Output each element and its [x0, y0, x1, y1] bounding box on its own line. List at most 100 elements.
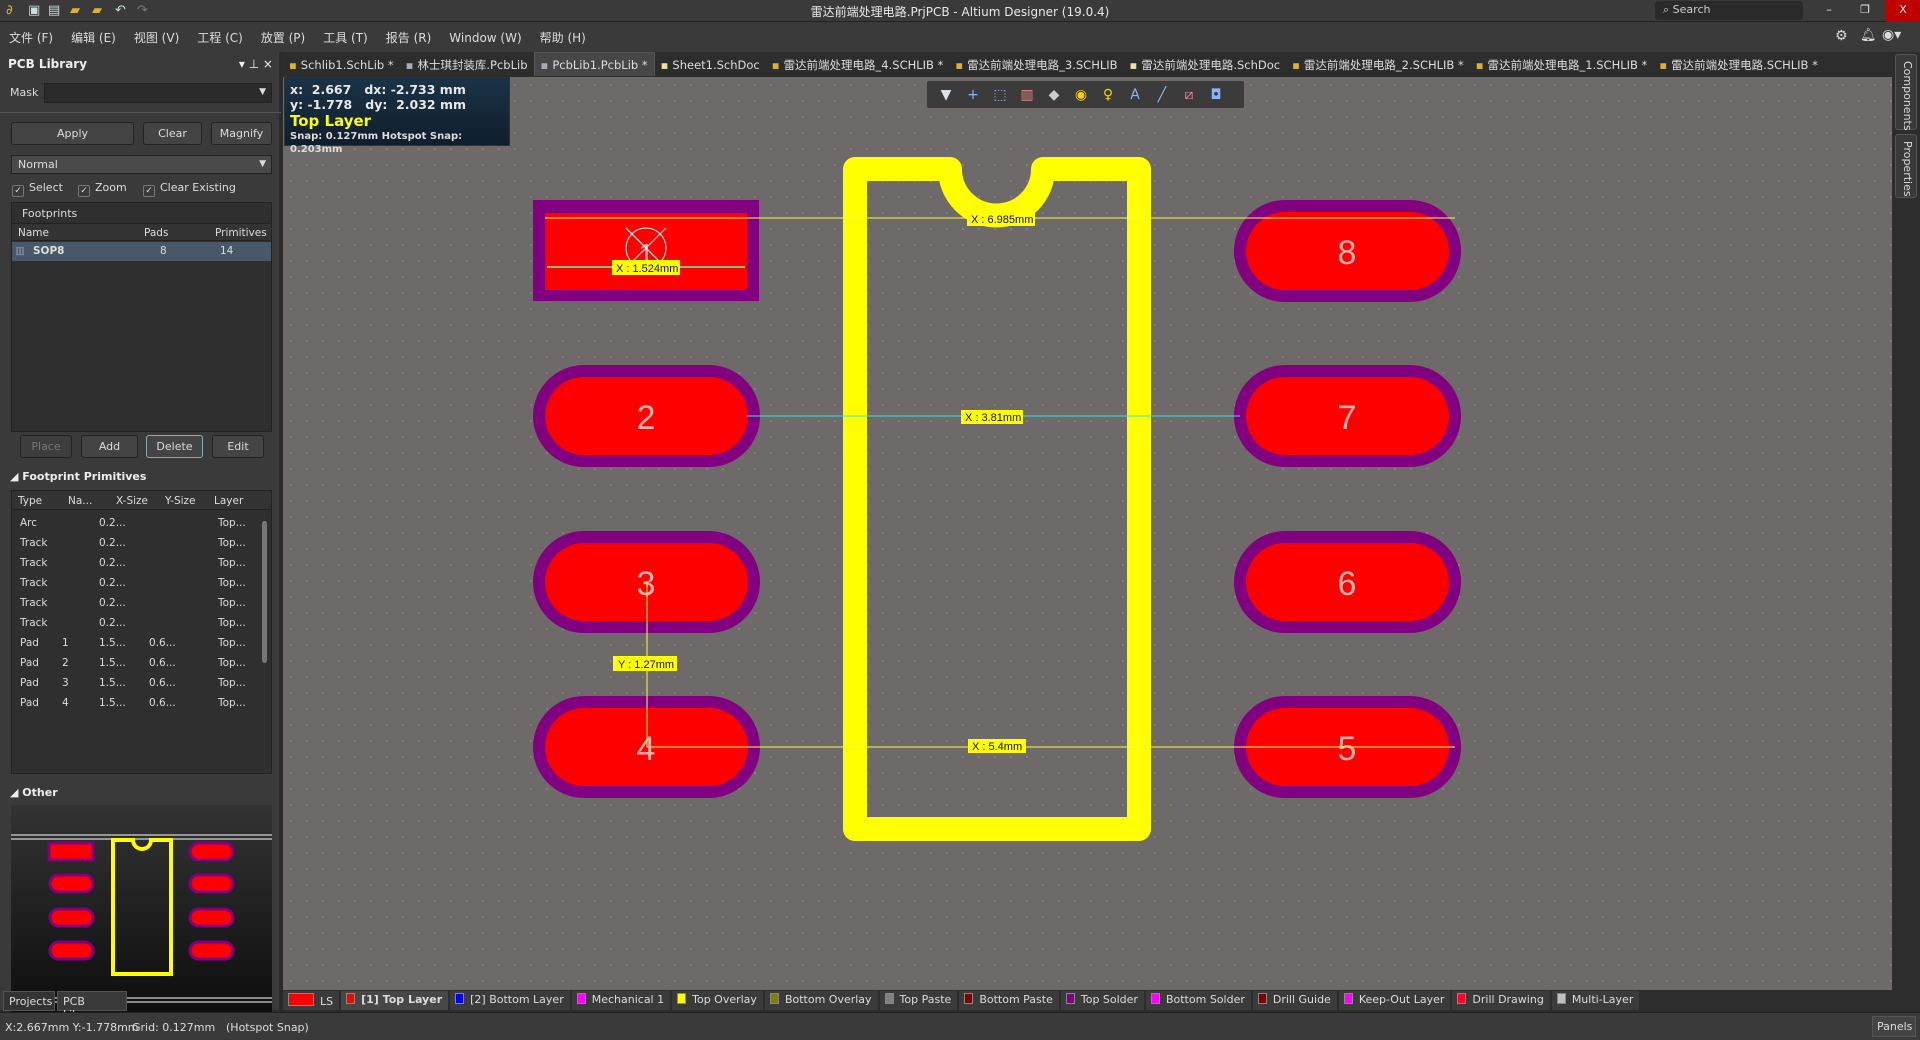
filter-icon[interactable]: ▼ — [937, 87, 955, 103]
close-button[interactable]: X — [1886, 0, 1920, 22]
tab-projects[interactable]: Projects — [3, 991, 55, 1011]
tab-components[interactable]: Components — [1895, 54, 1917, 131]
col-y-size[interactable]: Y-Size — [165, 495, 196, 507]
doc-tab[interactable]: ▪ 雷达前端处理电路.SchDoc — [1124, 52, 1287, 76]
col-primitives[interactable]: Primitives — [215, 227, 267, 239]
menu-view[interactable]: 视图 (V) — [125, 22, 188, 46]
panel-controls-icon[interactable]: ▾ ⊥ × — [239, 57, 273, 71]
minimize-button[interactable]: – — [1812, 0, 1846, 22]
menu-project[interactable]: 工程 (C) — [188, 22, 252, 46]
primitive-row[interactable]: Pad 4 1.5... 0.6... Top... — [12, 693, 268, 713]
menu-help[interactable]: 帮助 (H) — [531, 22, 595, 46]
bell-icon[interactable]: 🔔︎ — [1860, 28, 1877, 43]
pad-2[interactable]: 2 — [533, 365, 760, 467]
menu-file[interactable]: 文件 (F) — [0, 22, 62, 46]
layer-tab[interactable]: LS — [283, 991, 340, 1010]
mode-select[interactable]: Normal ▼ — [11, 155, 272, 174]
primitive-row[interactable]: Track 0.2... Top... — [12, 613, 268, 633]
primitive-row[interactable]: Pad 2 1.5... 0.6... Top... — [12, 653, 268, 673]
restore-button[interactable]: ❐ — [1848, 0, 1882, 22]
footprint-row[interactable]: ▥ SOP8 8 14 — [12, 242, 271, 261]
primitive-row[interactable]: Track 0.2... Top... — [12, 533, 268, 553]
primitive-row[interactable]: Track 0.2... Top... — [12, 593, 268, 613]
layer-tab[interactable]: Keep-Out Layer — [1338, 991, 1451, 1010]
add-button[interactable]: Add — [81, 435, 138, 458]
primitives-section-header[interactable]: ◢ Footprint Primitives — [10, 470, 146, 483]
col-name[interactable]: Name — [18, 227, 49, 239]
clear-button[interactable]: Clear — [143, 122, 202, 145]
doc-tab[interactable]: ▪ 雷达前端处理电路.SCHLIB * — [1653, 52, 1824, 76]
menu-tools[interactable]: 工具 (T) — [314, 22, 377, 46]
menu-place[interactable]: 放置 (P) — [252, 22, 314, 46]
place-button[interactable]: Place — [20, 435, 72, 458]
route-icon[interactable]: ⧄ — [1180, 87, 1198, 103]
layer-tab[interactable]: Drill Guide — [1252, 991, 1337, 1010]
menu-edit[interactable]: 编辑 (E) — [62, 22, 125, 46]
doc-tab[interactable]: ▪ 雷达前端处理电路_1.SCHLIB * — [1470, 52, 1654, 76]
primitive-row[interactable]: Pad 1 1.5... 0.6... Top... — [12, 633, 268, 653]
pad-icon[interactable]: ◉ — [1072, 87, 1090, 103]
mask-input[interactable]: ▼ — [44, 83, 272, 103]
primitive-row[interactable]: Arc 0.2... Top... — [12, 513, 268, 533]
menu-window[interactable]: Window (W) — [440, 24, 530, 45]
layer-tab[interactable]: Bottom Overlay — [764, 991, 878, 1010]
scrollbar-thumb[interactable] — [262, 521, 267, 663]
magnify-button[interactable]: Magnify — [211, 122, 272, 145]
delete-button[interactable]: Delete — [146, 435, 203, 458]
crosshair-icon[interactable]: + — [964, 87, 982, 103]
layer-tab[interactable]: Bottom Solder — [1145, 991, 1251, 1010]
doc-tab-active[interactable]: ▪ PcbLib1.PcbLib * — [533, 52, 655, 76]
document-tabs: ▪ Schlib1.SchLib * ▪ 林士琪封装库.PcbLib ▪ PcbLib1.… — [283, 52, 1892, 77]
doc-tab[interactable]: ▪ 雷达前端处理电路_2.SCHLIB * — [1286, 52, 1470, 76]
tab-pcb-library[interactable]: PCB Library — [57, 991, 127, 1021]
layer-tab[interactable]: Multi-Layer — [1551, 991, 1640, 1010]
col-x-size[interactable]: X-Size — [116, 495, 148, 507]
align-icon[interactable]: ▥ — [1018, 87, 1036, 103]
menu-reports[interactable]: 报告 (R) — [377, 22, 441, 46]
tab-properties[interactable]: Properties — [1895, 134, 1917, 198]
select-rect-icon[interactable]: ⬚ — [991, 87, 1009, 103]
gear-icon[interactable]: ⚙ — [1835, 28, 1848, 44]
layer-tab[interactable]: Bottom Paste — [959, 991, 1059, 1010]
layer-tab[interactable]: Mechanical 1 — [571, 991, 671, 1010]
user-icon[interactable]: ◉▾ — [1882, 27, 1901, 43]
col-layer[interactable]: Layer — [214, 495, 243, 507]
edit-button[interactable]: Edit — [212, 435, 264, 458]
component-icon[interactable]: ◆ — [1045, 87, 1063, 103]
doc-tab[interactable]: ▪ 林士琪封装库.PcbLib — [400, 52, 534, 76]
primitive-row[interactable]: Pad 3 1.5... 0.6... Top... — [12, 673, 268, 693]
pad-6[interactable]: 6 — [1234, 531, 1461, 633]
clear-existing-checkbox[interactable]: ✓ Clear Existing — [143, 181, 236, 197]
zoom-checkbox[interactable]: ✓ Zoom — [78, 181, 127, 197]
pad-8[interactable]: 8 — [1234, 200, 1461, 302]
doc-tab[interactable]: ▪ 雷达前端处理电路_3.SCHLIB — [949, 52, 1123, 76]
doc-tab[interactable]: ▪ Sheet1.SchDoc — [655, 53, 766, 77]
select-checkbox[interactable]: ✓ Select — [12, 181, 63, 197]
layer-tab[interactable]: [1] Top Layer — [341, 991, 449, 1010]
apply-button[interactable]: Apply — [11, 122, 134, 145]
via-icon[interactable]: ♀ — [1099, 87, 1117, 103]
layer-tab[interactable]: Top Solder — [1060, 991, 1144, 1010]
layer-tab[interactable]: Drill Drawing — [1452, 991, 1550, 1010]
col-name[interactable]: Na... — [68, 495, 92, 507]
pad-7[interactable]: 7 — [1234, 365, 1461, 467]
layer-color-swatch — [455, 993, 465, 1004]
primitive-row[interactable]: Track 0.2... Top... — [12, 553, 268, 573]
col-type[interactable]: Type — [18, 495, 42, 507]
primitive-row[interactable]: Track 0.2... Top... — [12, 573, 268, 593]
line-icon[interactable]: ╱ — [1153, 87, 1171, 103]
pcb-canvas[interactable]: 1 2 3 4 5 6 7 8 X : 6.985mm X : 1.524mm X : 3.… — [283, 77, 1892, 990]
cell-type: Track — [20, 577, 48, 589]
col-pads[interactable]: Pads — [144, 227, 168, 239]
pad-1[interactable]: 1 — [533, 200, 759, 301]
other-section-header[interactable]: ◢ Other — [10, 786, 58, 799]
text-icon[interactable]: A — [1126, 87, 1144, 103]
region-icon[interactable]: ◘ — [1207, 87, 1225, 103]
layer-tab[interactable]: Top Paste — [879, 991, 958, 1010]
panels-button[interactable]: Panels — [1872, 1016, 1916, 1037]
doc-tab[interactable]: ▪ Schlib1.SchLib * — [283, 53, 400, 77]
layer-tab[interactable]: [2] Bottom Layer — [450, 991, 570, 1010]
layer-tab[interactable]: Top Overlay — [672, 991, 763, 1010]
doc-tab[interactable]: ▪ 雷达前端处理电路_4.SCHLIB * — [766, 52, 950, 76]
search-input[interactable]: ⌕ Search — [1655, 1, 1803, 20]
